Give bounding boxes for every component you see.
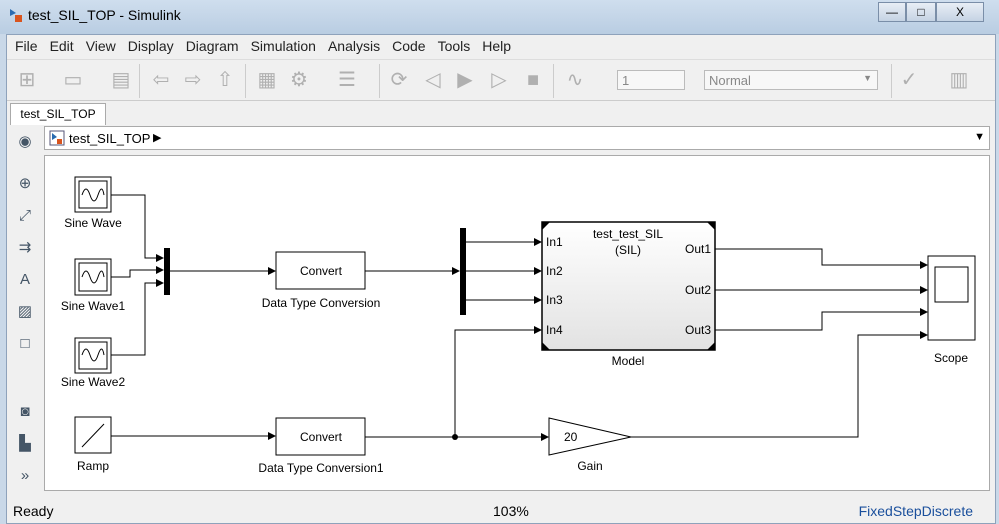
inport-label: In1 xyxy=(546,235,563,249)
signal-line xyxy=(454,326,542,437)
outport-label: Out3 xyxy=(685,323,711,337)
branch-point xyxy=(452,434,458,440)
inport-label: In2 xyxy=(546,264,563,278)
ramp-label: Ramp xyxy=(77,459,109,473)
sine-wave-block[interactable] xyxy=(74,176,112,213)
signal-line xyxy=(715,248,928,269)
mux-block[interactable] xyxy=(164,248,170,295)
outport-label: Out2 xyxy=(685,283,711,297)
signal-line xyxy=(715,308,928,331)
sine-wave1-label: Sine Wave1 xyxy=(61,299,126,313)
signal-line xyxy=(111,266,164,278)
block-diagram: Sine Wave Sine Wave1 Sine Wave2 Ramp Con… xyxy=(61,176,976,475)
signal-line xyxy=(111,279,164,356)
model-name: test_test_SIL xyxy=(593,227,663,241)
sine-wave1-block[interactable] xyxy=(74,258,112,296)
scope-screen-icon xyxy=(934,266,969,303)
scope-block[interactable] xyxy=(927,255,976,341)
sine-wave2-label: Sine Wave2 xyxy=(61,375,126,389)
convert-block-text: Convert xyxy=(300,264,343,278)
sine-wave-label: Sine Wave xyxy=(64,216,122,230)
inport-label: In3 xyxy=(546,293,563,307)
inport-label: In4 xyxy=(546,323,563,337)
sine-wave2-block[interactable] xyxy=(74,337,112,374)
convert1-block-text: Convert xyxy=(300,430,343,444)
mux-block-2[interactable] xyxy=(460,228,466,315)
model-label: Model xyxy=(612,354,645,368)
outport-label: Out1 xyxy=(685,242,711,256)
convert-block-label: Data Type Conversion xyxy=(262,296,381,310)
scope-label: Scope xyxy=(934,351,968,365)
gain-label: Gain xyxy=(577,459,602,473)
gain-block[interactable] xyxy=(548,417,632,456)
ramp-block[interactable] xyxy=(74,416,112,454)
convert1-block-label: Data Type Conversion1 xyxy=(258,461,384,475)
gain-value: 20 xyxy=(564,430,578,444)
signal-lines xyxy=(111,194,928,441)
model-mode: (SIL) xyxy=(615,243,641,257)
